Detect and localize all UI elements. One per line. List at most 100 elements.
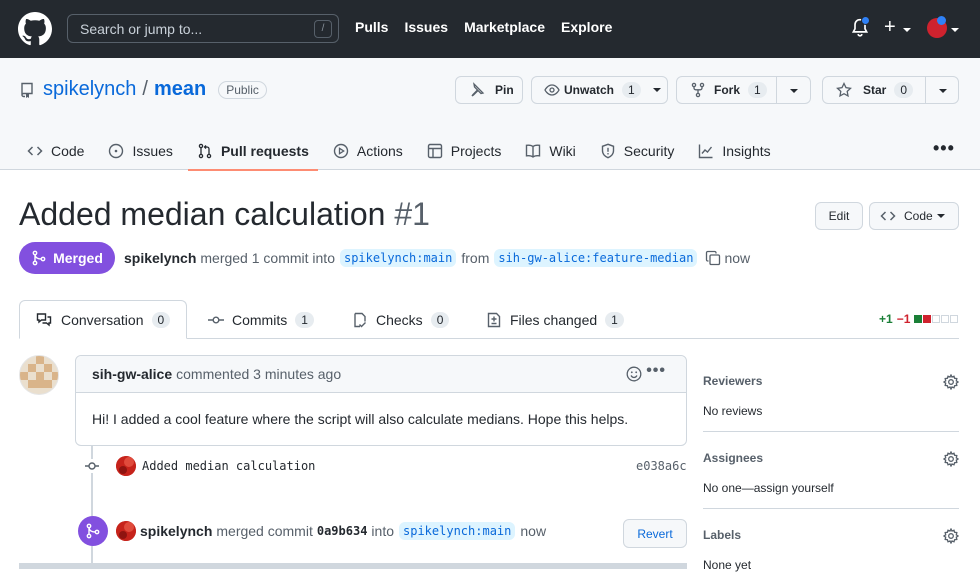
repo-path-separator: / xyxy=(142,78,148,100)
comment-author-avatar[interactable] xyxy=(19,355,59,395)
base-branch[interactable]: spikelynch:main xyxy=(339,249,457,267)
files-changed-count: 1 xyxy=(605,311,624,328)
merge-text: merged commit xyxy=(216,523,313,539)
gear-icon[interactable] xyxy=(943,451,959,467)
labels-value: None yet xyxy=(703,558,752,572)
conversation-count: 0 xyxy=(151,311,171,328)
more-tabs-kebab-icon[interactable]: ••• xyxy=(933,138,955,159)
revert-button[interactable]: Revert xyxy=(623,519,687,548)
tab-pull-requests[interactable]: Pull requests xyxy=(187,132,318,171)
state-label: Merged xyxy=(53,250,103,266)
fork-caret-icon[interactable] xyxy=(790,89,798,93)
nav-marketplace[interactable]: Marketplace xyxy=(464,19,545,35)
github-logo-icon[interactable] xyxy=(18,12,52,46)
pr-title-text: Added median calculation xyxy=(19,196,386,232)
repo-owner-link[interactable]: spikelynch xyxy=(43,78,136,101)
commit-sha-link[interactable]: e038a6c xyxy=(636,459,687,473)
sidebar-assignees: Assignees No one—assign yourself xyxy=(703,451,959,495)
gear-icon[interactable] xyxy=(943,374,959,390)
issue-opened-icon xyxy=(109,143,124,159)
assignees-heading[interactable]: Assignees xyxy=(703,451,959,465)
pull-request-icon xyxy=(198,143,212,159)
identicon xyxy=(20,356,58,388)
fork-count: 1 xyxy=(748,82,767,98)
tab-commits[interactable]: Commits 1 xyxy=(208,300,314,339)
repo-name-link[interactable]: mean xyxy=(154,78,206,101)
pin-icon xyxy=(471,82,485,97)
unwatch-label: Unwatch xyxy=(564,83,615,97)
tab-projects-label: Projects xyxy=(450,143,502,159)
comment-kebab-icon[interactable]: ••• xyxy=(646,362,666,380)
checks-count: 0 xyxy=(430,311,450,328)
tab-checks[interactable]: Checks 0 xyxy=(352,300,450,339)
pin-button[interactable]: Pin xyxy=(455,76,523,104)
book-icon xyxy=(526,144,541,158)
nav-pulls[interactable]: Pulls xyxy=(355,19,388,35)
global-nav: Pulls Issues Marketplace Explore xyxy=(355,19,612,35)
unread-indicator xyxy=(861,16,870,25)
code-icon xyxy=(27,146,43,156)
repo-tabs: Code Issues Pull requests Actions Projec… xyxy=(18,132,786,171)
tab-insights-label: Insights xyxy=(722,143,771,159)
gear-icon[interactable] xyxy=(943,528,959,544)
repo-header: spikelynch / mean Public Pin Unwatch 1 F… xyxy=(0,58,980,171)
tab-files-changed[interactable]: Files changed 1 xyxy=(486,300,624,339)
merger-link[interactable]: spikelynch xyxy=(140,523,212,539)
comment-meta[interactable]: commented 3 minutes ago xyxy=(176,366,341,382)
diffstat-neutral-block xyxy=(941,315,950,323)
tab-wiki[interactable]: Wiki xyxy=(516,132,584,170)
tab-code[interactable]: Code xyxy=(18,132,93,170)
search-input[interactable]: Search or jump to... / xyxy=(67,14,339,43)
sidebar-labels: Labels None yet xyxy=(703,528,959,572)
user-avatar[interactable] xyxy=(927,16,947,38)
search-shortcut-key: / xyxy=(314,20,332,38)
merge-sha-link[interactable]: 0a9b634 xyxy=(317,524,368,538)
fork-button[interactable]: Fork 1 xyxy=(676,76,811,104)
unwatch-button[interactable]: Unwatch 1 xyxy=(531,76,668,104)
comment-author-link[interactable]: sih-gw-alice xyxy=(92,366,172,382)
avatar-image xyxy=(116,456,136,476)
tab-issues[interactable]: Issues xyxy=(99,132,181,170)
merge-target-branch[interactable]: spikelynch:main xyxy=(399,522,516,540)
tab-pull-requests-label: Pull requests xyxy=(220,143,309,159)
head-branch[interactable]: sih-gw-alice:feature-median xyxy=(494,249,698,267)
shield-icon xyxy=(601,143,614,159)
assignees-value[interactable]: No one—assign yourself xyxy=(703,481,959,495)
checklist-icon xyxy=(354,312,366,327)
state-merged-badge: Merged xyxy=(19,242,115,274)
copy-icon[interactable] xyxy=(705,250,721,266)
star-caret-icon[interactable] xyxy=(939,89,947,93)
commit-message-link[interactable]: Added median calculation xyxy=(142,459,315,473)
reviewers-value: No reviews xyxy=(703,404,763,418)
merge-event-text: spikelynch merged commit 0a9b634 into sp… xyxy=(140,522,546,540)
nav-explore[interactable]: Explore xyxy=(561,19,612,35)
pin-label: Pin xyxy=(495,83,514,97)
pr-merge-summary: spikelynch merged 1 commit into spikelyn… xyxy=(124,249,750,267)
diffstat-add-block xyxy=(914,315,923,323)
tab-actions[interactable]: Actions xyxy=(324,132,412,170)
create-new-icon[interactable]: + xyxy=(884,16,896,39)
from-text: from xyxy=(461,250,490,266)
comment-header: sih-gw-alice commented 3 minutes ago xyxy=(76,356,686,393)
labels-heading[interactable]: Labels xyxy=(703,528,959,542)
global-header: Search or jump to... / Pulls Issues Mark… xyxy=(0,0,980,58)
tab-security-label: Security xyxy=(623,143,675,159)
tab-insights[interactable]: Insights xyxy=(689,132,779,170)
tab-security[interactable]: Security xyxy=(591,132,684,170)
reviewers-heading[interactable]: Reviewers xyxy=(703,374,959,388)
code-dropdown-button[interactable]: Code xyxy=(869,202,959,230)
tab-conversation[interactable]: Conversation 0 xyxy=(19,300,188,339)
smiley-icon[interactable] xyxy=(626,366,642,382)
nav-issues[interactable]: Issues xyxy=(404,19,448,35)
merged-by-link[interactable]: spikelynch xyxy=(124,250,196,266)
table-icon xyxy=(427,143,442,159)
commits-count: 1 xyxy=(295,311,314,328)
create-caret-icon[interactable] xyxy=(903,28,911,32)
edit-title-button[interactable]: Edit xyxy=(815,202,863,230)
tab-projects[interactable]: Projects xyxy=(418,132,511,170)
user-menu-caret-icon[interactable] xyxy=(951,28,959,32)
merger-avatar[interactable] xyxy=(116,521,136,541)
commit-author-avatar[interactable] xyxy=(116,456,136,476)
star-button[interactable]: Star 0 xyxy=(822,76,959,104)
star-count: 0 xyxy=(894,82,914,98)
